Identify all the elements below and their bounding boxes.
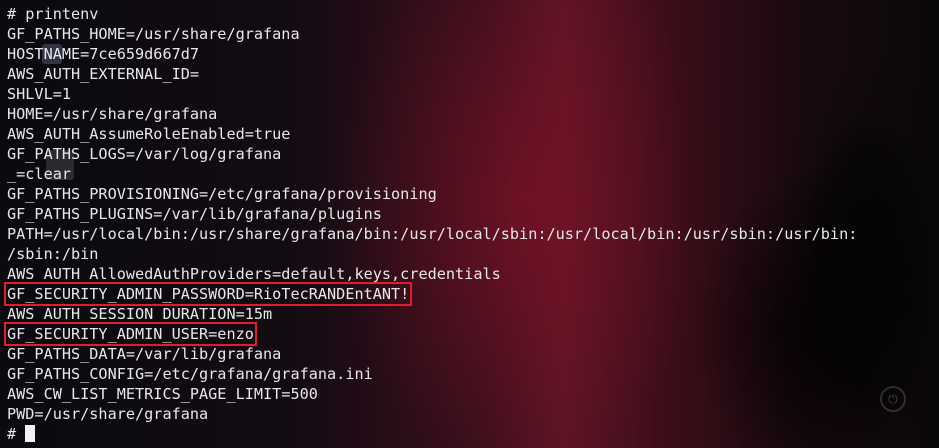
env-line: PWD=/usr/share/grafana <box>7 405 209 423</box>
terminal-window[interactable]: ⏻ # printenv GF_PATHS_HOME=/usr/share/gr… <box>0 0 939 448</box>
env-line: _=clear <box>7 165 72 183</box>
highlighted-admin-user: GF_SECURITY_ADMIN_USER=enzo <box>4 322 257 346</box>
env-line: GF_PATHS_CONFIG=/etc/grafana/grafana.ini <box>7 365 373 383</box>
terminal-cursor[interactable] <box>25 425 36 442</box>
env-line: GF_PATHS_PROVISIONING=/etc/grafana/provi… <box>7 185 437 203</box>
env-line: AWS_AUTH_AllowedAuthProviders=default,ke… <box>7 265 501 283</box>
terminal-output: # printenv GF_PATHS_HOME=/usr/share/graf… <box>3 4 858 444</box>
env-line: AWS_AUTH_EXTERNAL_ID= <box>7 65 200 83</box>
env-line: GF_PATHS_PLUGINS=/var/lib/grafana/plugin… <box>7 205 382 223</box>
env-line: HOSTNAME=7ce659d667d7 <box>7 45 200 63</box>
env-line: GF_PATHS_DATA=/var/lib/grafana <box>7 345 282 363</box>
env-line: SHLVL=1 <box>7 85 72 103</box>
env-line: /sbin:/bin <box>7 245 99 263</box>
prompt-line[interactable]: # <box>7 424 857 444</box>
env-line: AWS_AUTH_AssumeRoleEnabled=true <box>7 125 291 143</box>
env-line: GF_SECURITY_ADMIN_PASSWORD=RioTecRANDEnt… <box>3 282 857 306</box>
env-line: GF_PATHS_HOME=/usr/share/grafana <box>7 25 300 43</box>
env-line: AWS_AUTH_SESSION_DURATION=15m <box>7 305 273 323</box>
env-line: GF_PATHS_LOGS=/var/log/grafana <box>7 145 282 163</box>
env-line: GF_SECURITY_ADMIN_USER=enzo <box>4 322 857 346</box>
highlighted-admin-password: GF_SECURITY_ADMIN_PASSWORD=RioTecRANDEnt… <box>3 282 413 306</box>
env-line: HOME=/usr/share/grafana <box>7 105 218 123</box>
power-icon: ⏻ <box>880 386 906 412</box>
env-line: PATH=/usr/local/bin:/usr/share/grafana/b… <box>7 225 858 243</box>
shell-prompt: # <box>7 425 17 443</box>
env-line: AWS_CW_LIST_METRICS_PAGE_LIMIT=500 <box>7 385 318 403</box>
command-line: # printenv <box>7 5 99 23</box>
